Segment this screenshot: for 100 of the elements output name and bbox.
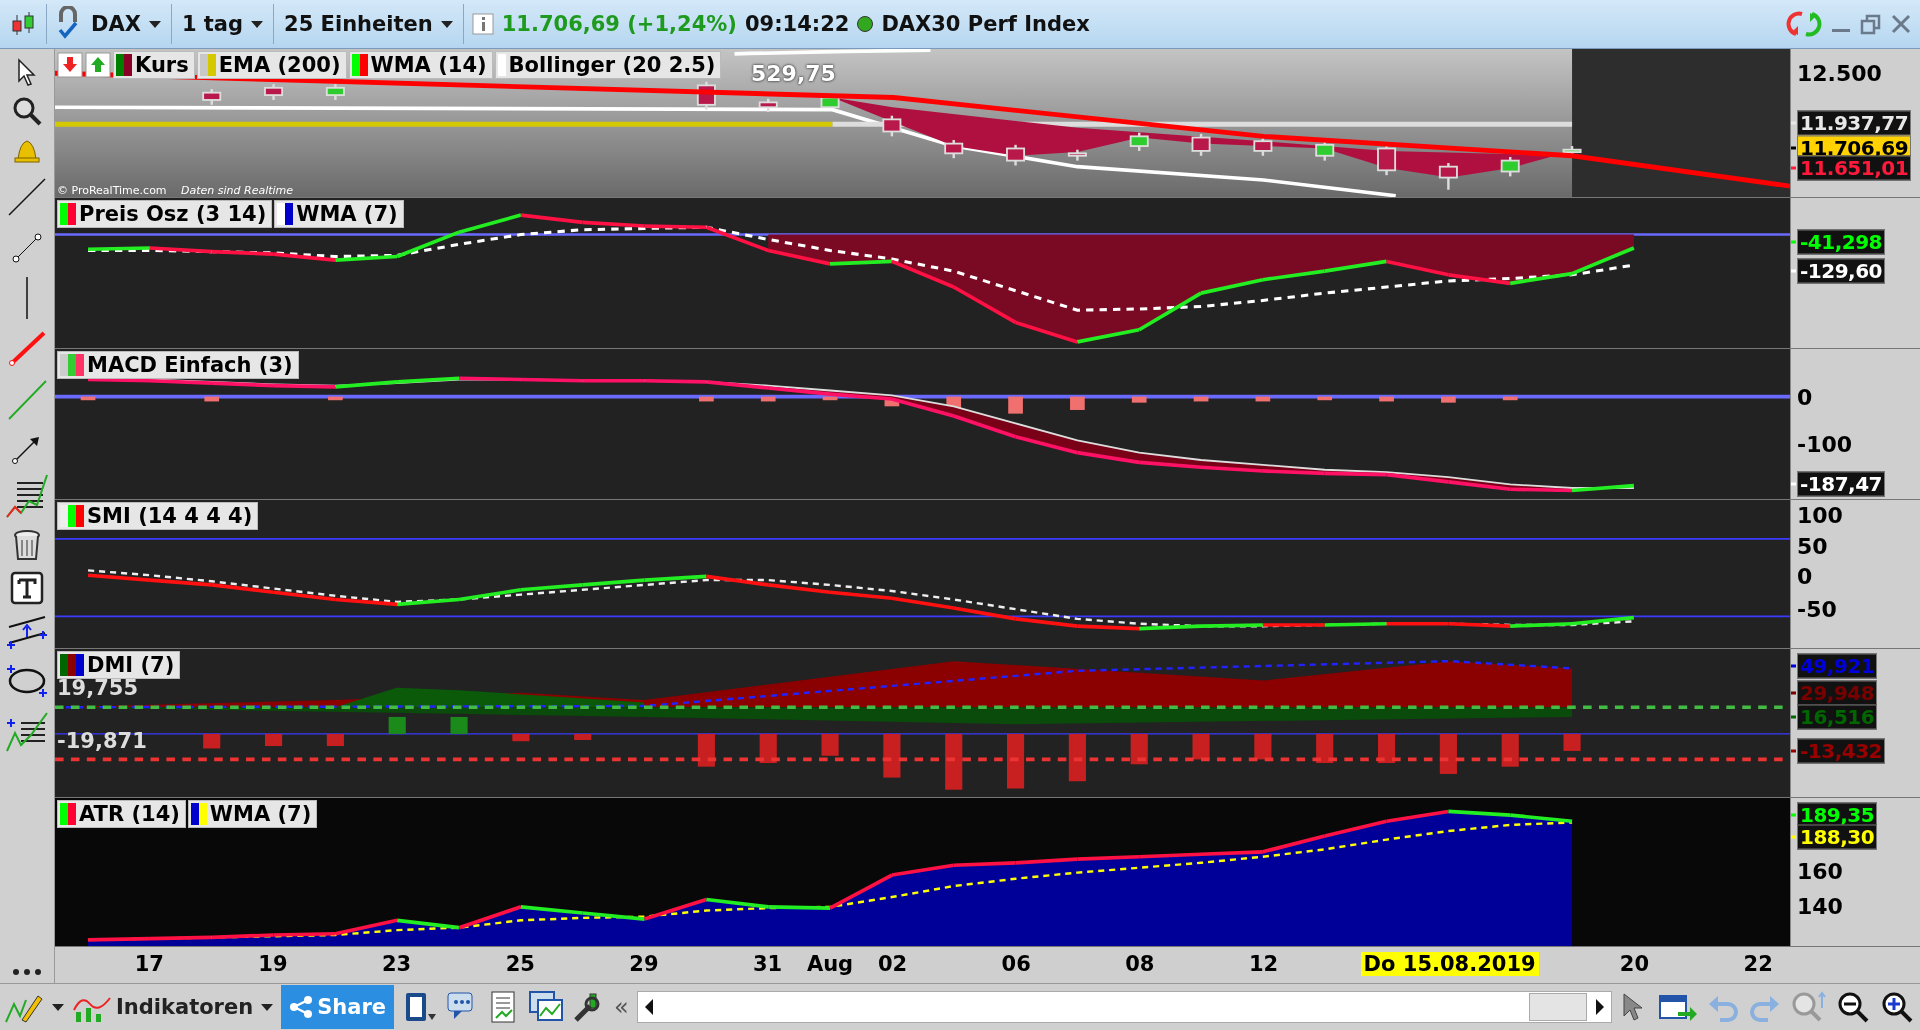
indicators-button[interactable]: Indikatoren xyxy=(72,990,254,1024)
legend-label: Preis Osz (3 14) xyxy=(79,202,267,226)
date-axis-label: 12 xyxy=(1247,952,1280,976)
instrument-dropdown[interactable]: DAX xyxy=(89,12,163,36)
candle xyxy=(1315,141,1335,161)
more-options-icon[interactable] xyxy=(10,967,44,977)
legend-label: Bollinger (20 2.5) xyxy=(508,53,716,77)
search-icon[interactable] xyxy=(11,95,43,127)
indicator-legend[interactable]: MACD Einfach (3) xyxy=(57,351,299,379)
legend-label: DMI (7) xyxy=(87,653,175,677)
candle xyxy=(202,89,222,105)
legend-label: MACD Einfach (3) xyxy=(87,353,293,377)
legend-label: WMA (14) xyxy=(370,53,487,77)
axis-tick-label: 0 xyxy=(1797,563,1813,589)
histogram-bar xyxy=(945,733,963,790)
date-axis-label: 29 xyxy=(628,952,660,976)
histogram-bar xyxy=(883,733,901,778)
histogram-bar xyxy=(512,733,530,742)
value-badge: 11.651,01 xyxy=(1797,155,1912,181)
quote-time: 09:14:22 xyxy=(744,12,850,36)
bold-line-icon[interactable] xyxy=(6,329,48,369)
date-axis-label: 02 xyxy=(876,952,909,976)
indicator-legend[interactable]: SMI (14 4 4 4) xyxy=(57,502,259,530)
indicator-legend[interactable]: EMA (200) xyxy=(196,51,347,79)
histogram-bar xyxy=(204,396,220,402)
histogram-bar xyxy=(574,733,592,740)
histogram-bar xyxy=(1501,733,1519,767)
indicator-legend[interactable]: Preis Osz (3 14) xyxy=(57,200,273,228)
close-icon[interactable] xyxy=(1890,13,1912,35)
collapse-toolbar-toggle[interactable]: « xyxy=(614,993,629,1021)
histogram-bar xyxy=(697,733,715,767)
indicator-legend[interactable]: WMA (7) xyxy=(187,800,318,828)
date-axis-label: 17 xyxy=(133,952,165,976)
histogram-bar xyxy=(1007,733,1025,789)
data-realtime-note: Daten sind Realtime xyxy=(181,184,294,197)
indicator-legend[interactable]: Bollinger (20 2.5) xyxy=(494,51,722,79)
axis-tick-label: -50 xyxy=(1797,596,1837,622)
histogram-bar xyxy=(1130,733,1148,765)
caret-icon[interactable] xyxy=(52,1003,64,1011)
axis-tick-label: 140 xyxy=(1797,893,1843,919)
value-badge: -129,60 xyxy=(1797,258,1885,284)
units-dropdown[interactable]: 25 Einheiten xyxy=(282,12,455,36)
indicator-legend[interactable]: WMA (7) xyxy=(274,200,404,228)
date-axis-label: Do 15.08.2019 xyxy=(1360,952,1539,976)
histogram-bar xyxy=(265,733,283,747)
trash-icon[interactable] xyxy=(11,527,43,563)
info-icon[interactable] xyxy=(471,13,494,35)
level-value-label: -19,871 xyxy=(57,728,147,753)
candle xyxy=(758,98,778,113)
candle xyxy=(1253,137,1273,156)
histogram-bar xyxy=(699,396,714,402)
data-credit: © ProRealTime.com xyxy=(57,184,167,197)
window-charts-icon[interactable] xyxy=(528,990,564,1024)
value-badge: 29,948 xyxy=(1797,680,1878,706)
text-tool-icon[interactable] xyxy=(10,571,44,605)
legend-label: EMA (200) xyxy=(218,53,341,77)
histogram-bar xyxy=(821,733,839,756)
date-axis-label: 23 xyxy=(381,952,413,976)
legend-label: WMA (7) xyxy=(296,202,398,226)
share-icon xyxy=(289,995,314,1019)
date-axis-label: 08 xyxy=(1124,952,1156,976)
period-dropdown[interactable]: 1 tag xyxy=(179,12,266,36)
candle xyxy=(325,84,345,100)
axis-tick-label: 160 xyxy=(1797,858,1843,884)
legend-label: WMA (7) xyxy=(209,802,312,826)
candle xyxy=(1191,133,1211,156)
histogram-bar xyxy=(1193,396,1209,402)
histogram-bar xyxy=(1439,733,1457,774)
restore-icon[interactable] xyxy=(1860,13,1882,35)
legend-label: Kurs xyxy=(135,53,189,77)
caret-icon xyxy=(440,20,453,28)
date-axis-label: 31 xyxy=(752,952,784,976)
histogram-bar xyxy=(1068,733,1086,782)
histogram-bar xyxy=(80,396,96,401)
indicator-legend[interactable]: Kurs xyxy=(113,51,195,79)
histogram-bar xyxy=(1317,396,1333,401)
histogram-bar xyxy=(1255,396,1271,402)
histogram-bar xyxy=(1441,396,1456,403)
scrollbar-thumb[interactable] xyxy=(1529,993,1587,1021)
histogram-bar xyxy=(822,396,838,401)
indicator-legend[interactable]: WMA (14) xyxy=(348,51,493,79)
fibonacci-chart-icon[interactable] xyxy=(5,473,49,519)
caret-icon[interactable] xyxy=(261,1003,274,1011)
candle xyxy=(1129,132,1149,151)
horizontal-scrollbar[interactable] xyxy=(636,991,1612,1023)
histogram-bar xyxy=(1379,396,1394,402)
date-axis-label: 20 xyxy=(1618,952,1651,976)
candle xyxy=(820,96,840,109)
date-axis-label: 22 xyxy=(1742,952,1774,976)
date-axis-label: 06 xyxy=(1000,952,1032,976)
value-badge: 16,516 xyxy=(1797,704,1878,730)
axis-tick-label: 12.500 xyxy=(1797,60,1882,86)
value-badge: -41,298 xyxy=(1797,229,1885,255)
indicator-legend[interactable]: DMI (7) xyxy=(57,651,181,679)
price-marker-label: 529,75 xyxy=(751,61,836,86)
candle xyxy=(1067,149,1087,161)
last-price-change: 11.706,69 (+1,24%) xyxy=(501,12,737,36)
axis-tick-label: 100 xyxy=(1797,502,1843,528)
candle xyxy=(1500,156,1520,177)
indicator-legend[interactable]: ATR (14) xyxy=(57,800,186,828)
